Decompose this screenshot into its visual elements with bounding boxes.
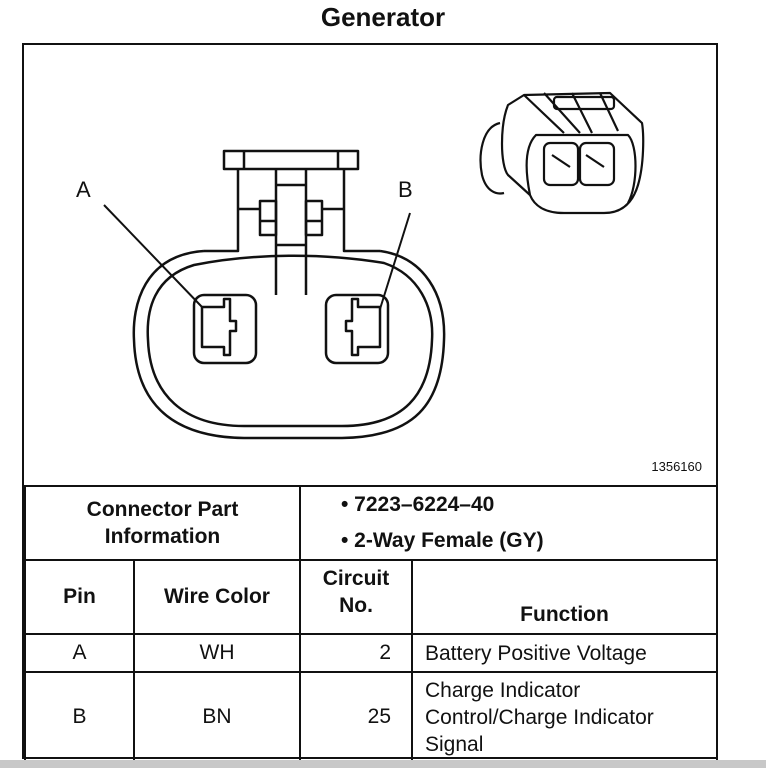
table-row: A WH 2 Battery Positive Voltage xyxy=(24,633,719,673)
bottom-edge xyxy=(0,760,766,768)
header-function: Function xyxy=(410,559,719,635)
latch-body xyxy=(204,169,380,253)
function-cell: Charge Indicator Control/Charge Indicato… xyxy=(410,671,719,763)
wire-color-cell: BN xyxy=(133,671,301,763)
header-pin: Pin xyxy=(24,559,135,635)
connector-type: • 2-Way Female (GY) xyxy=(341,529,544,552)
circuit-cell: 2 xyxy=(299,633,413,673)
diagram-title: Generator xyxy=(320,2,446,32)
pin-b-leader xyxy=(379,212,411,310)
circuit-cell: 25 xyxy=(299,671,413,763)
wire-color-cell: WH xyxy=(133,633,301,673)
pinout-table: Connector Part Information • 7223–6224–4… xyxy=(24,485,719,763)
table-header-row: Pin Wire Color Circuit No. Function xyxy=(24,559,719,635)
figure-number: 1356160 xyxy=(651,459,702,474)
header-wire-color: Wire Color xyxy=(133,559,301,635)
pin-cell: B xyxy=(24,671,135,763)
pin-b-label: B xyxy=(398,177,413,202)
function-cell: Battery Positive Voltage xyxy=(410,633,719,673)
pin-cell: A xyxy=(24,633,135,673)
connector-3d-view xyxy=(479,91,645,215)
pin-a-label: A xyxy=(76,177,91,202)
connector-frame: A B 1356160 Connector Part Information •… xyxy=(22,43,719,763)
pin-a-leader xyxy=(103,204,203,308)
header-circuit-no: Circuit No. xyxy=(299,559,413,635)
connector-face-drawing: A B xyxy=(76,91,645,440)
part-number: • 7223–6224–40 xyxy=(341,493,495,516)
connector-info-row: Connector Part Information • 7223–6224–4… xyxy=(24,485,719,561)
connector-info-label: Connector Part Information xyxy=(24,485,301,561)
connector-info-values: • 7223–6224–40 • 2-Way Female (GY) xyxy=(298,485,719,561)
connector-diagram: A B 1356160 xyxy=(24,45,716,485)
table-row: B BN 25 Charge Indicator Control/Charge … xyxy=(24,671,719,763)
